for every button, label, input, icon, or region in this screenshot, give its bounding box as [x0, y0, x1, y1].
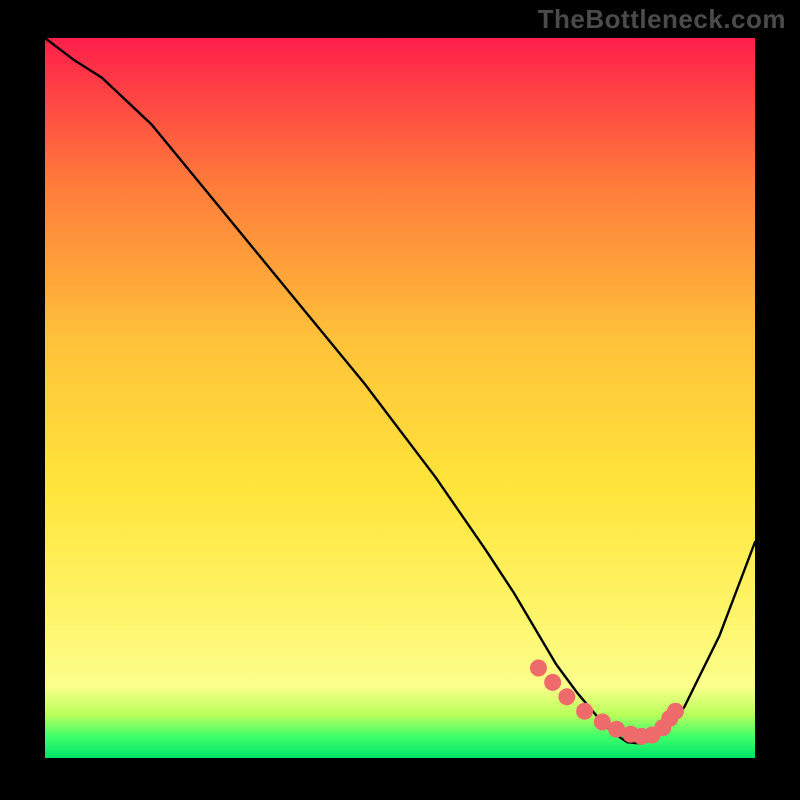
highlight-dot [576, 703, 593, 720]
gradient-background [45, 38, 755, 758]
highlight-dot [558, 688, 575, 705]
highlight-dot [530, 660, 547, 677]
chart-frame: TheBottleneck.com [0, 0, 800, 800]
watermark-text: TheBottleneck.com [538, 4, 786, 35]
highlight-dot [667, 703, 684, 720]
plot-area [45, 38, 755, 758]
plot-svg [45, 38, 755, 758]
highlight-dot [544, 674, 561, 691]
